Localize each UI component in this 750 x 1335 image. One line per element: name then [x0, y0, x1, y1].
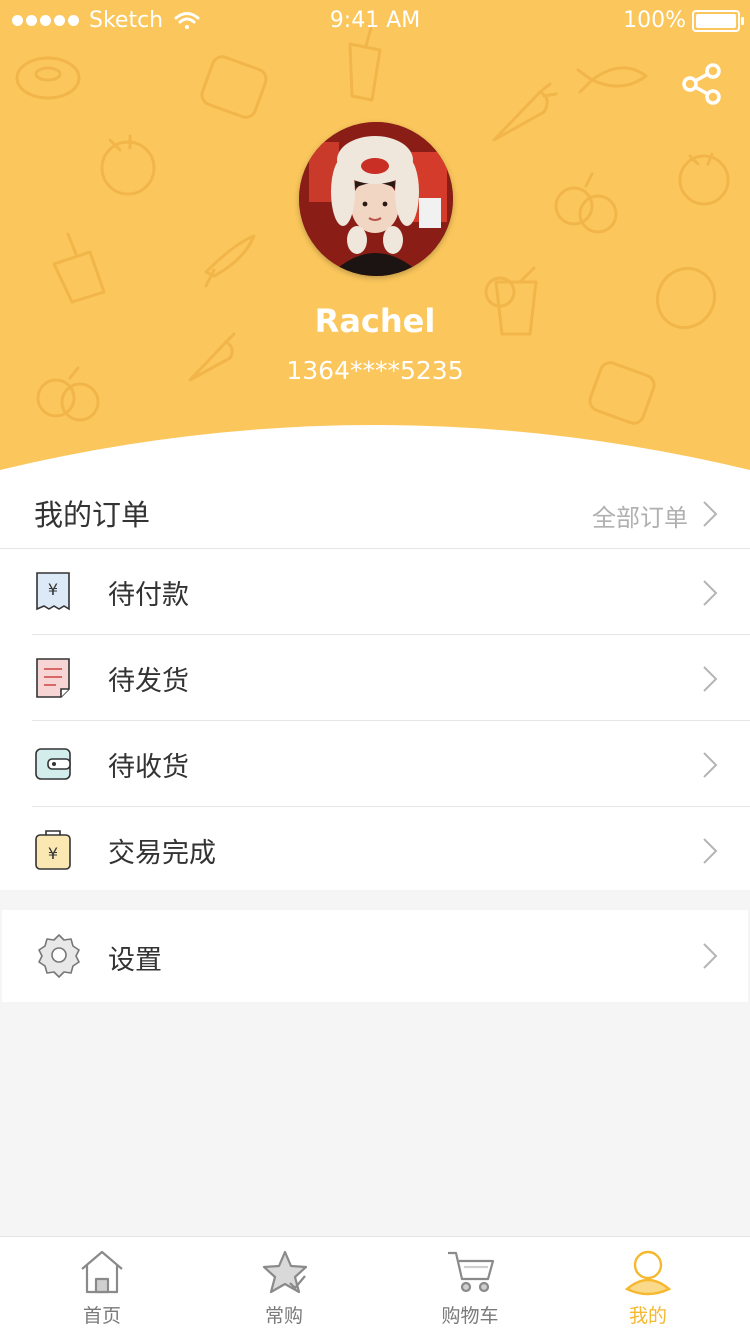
avatar-photo [299, 122, 453, 276]
svg-text:¥: ¥ [48, 844, 58, 863]
order-row-pending-shipment[interactable]: 待发货 [0, 635, 750, 721]
tab-frequent[interactable]: 常购 [224, 1237, 344, 1335]
tab-home[interactable]: 首页 [42, 1237, 162, 1335]
tab-label: 首页 [82, 1305, 121, 1327]
username: Rachel [314, 302, 436, 340]
pending-receipt-icon [35, 748, 71, 780]
all-orders-link[interactable]: 全部订单 [592, 498, 688, 533]
header-curve [0, 425, 750, 470]
tab-bar: 首页 常购 购物车 我的 [0, 1236, 750, 1335]
battery-percent: 100% [623, 8, 686, 33]
tab-label: 购物车 [441, 1305, 499, 1327]
svg-text:¥: ¥ [48, 580, 58, 599]
chevron-right-icon [703, 943, 718, 969]
settings-label: 设置 [108, 945, 162, 976]
tab-cart[interactable]: 购物车 [410, 1237, 530, 1335]
star-icon [262, 1250, 308, 1294]
order-row-label: 待收货 [108, 752, 189, 783]
share-icon[interactable] [680, 62, 724, 106]
transaction-complete-icon: ¥ [35, 830, 71, 870]
pending-shipment-icon [36, 658, 70, 698]
chevron-right-icon [703, 666, 718, 692]
user-icon [624, 1250, 672, 1296]
phone-number: 1364****5235 [286, 356, 464, 385]
order-row-pending-payment[interactable]: ¥ 待付款 [0, 549, 750, 635]
cart-icon [448, 1251, 495, 1293]
chevron-right-icon [703, 838, 718, 864]
orders-header[interactable]: 我的订单 全部订单 [0, 470, 750, 549]
chevron-right-icon [703, 501, 718, 527]
avatar[interactable] [299, 122, 453, 276]
status-bar: Sketch 9:41 AM 100% [0, 0, 750, 44]
orders-title: 我的订单 [34, 498, 151, 532]
profile-header: Sketch 9:41 AM 100% Rachel 1364****5235 [0, 0, 750, 470]
home-icon [81, 1250, 123, 1294]
order-row-transaction-complete[interactable]: ¥ 交易完成 [0, 807, 750, 893]
gear-icon [38, 934, 80, 978]
settings-row[interactable]: 设置 [2, 910, 748, 1002]
tab-label: 常购 [264, 1305, 303, 1327]
tab-mine[interactable]: 我的 [588, 1237, 708, 1335]
order-row-label: 交易完成 [108, 838, 216, 869]
chevron-right-icon [703, 752, 718, 778]
tab-label: 我的 [628, 1305, 667, 1327]
order-row-label: 待付款 [108, 580, 189, 611]
chevron-right-icon [703, 580, 718, 606]
order-row-label: 待发货 [108, 666, 189, 697]
pending-payment-icon: ¥ [36, 572, 70, 611]
orders-section: 我的订单 全部订单 ¥ 待付款 待发货 待收货 ¥ 交易完成 [0, 470, 750, 890]
order-row-pending-receipt[interactable]: 待收货 [0, 721, 750, 807]
battery-icon [692, 9, 744, 32]
